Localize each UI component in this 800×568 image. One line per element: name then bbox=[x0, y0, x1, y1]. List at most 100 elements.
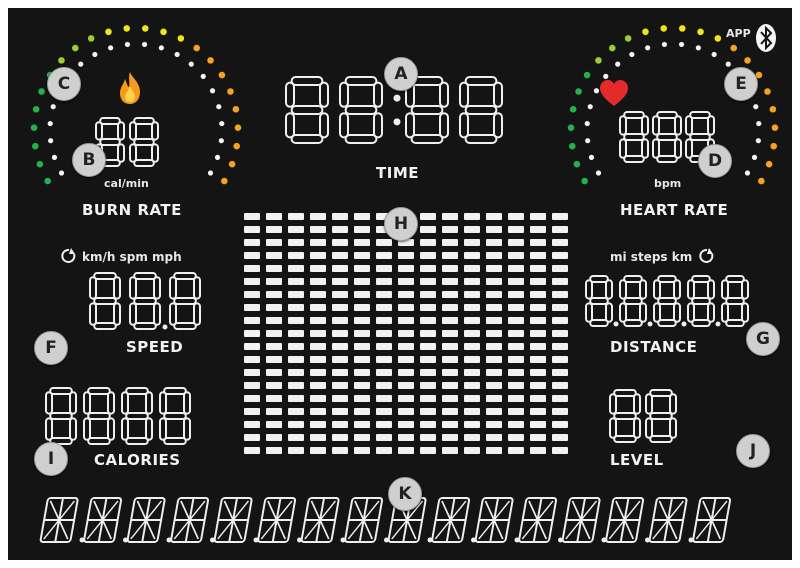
matrix-cell bbox=[376, 304, 392, 311]
message-character bbox=[126, 497, 166, 543]
matrix-cell bbox=[442, 421, 458, 428]
matrix-cell bbox=[266, 291, 282, 298]
matrix-cell bbox=[420, 317, 436, 324]
matrix-cell bbox=[464, 278, 480, 285]
matrix-cell bbox=[310, 291, 326, 298]
matrix-cell bbox=[442, 213, 458, 220]
calories-digits bbox=[45, 387, 191, 445]
matrix-cell bbox=[244, 421, 260, 428]
matrix-cell bbox=[376, 434, 392, 441]
matrix-cell bbox=[332, 369, 348, 376]
matrix-cell bbox=[442, 369, 458, 376]
matrix-cell bbox=[420, 304, 436, 311]
matrix-cell bbox=[266, 304, 282, 311]
matrix-cell bbox=[354, 408, 370, 415]
matrix-cell bbox=[552, 369, 568, 376]
matrix-cell bbox=[376, 317, 392, 324]
matrix-cell bbox=[552, 434, 568, 441]
matrix-cell bbox=[530, 252, 546, 259]
matrix-cell bbox=[354, 447, 370, 454]
matrix-cell bbox=[332, 330, 348, 337]
matrix-cell bbox=[244, 252, 260, 259]
matrix-cell bbox=[244, 304, 260, 311]
matrix-cell bbox=[266, 447, 282, 454]
matrix-cell bbox=[552, 421, 568, 428]
matrix-cell bbox=[398, 382, 414, 389]
matrix-cell bbox=[266, 330, 282, 337]
matrix-cell bbox=[486, 382, 502, 389]
distance-units: mi steps km bbox=[610, 250, 693, 264]
matrix-cell bbox=[508, 395, 524, 402]
matrix-cell bbox=[420, 239, 436, 246]
matrix-cell bbox=[442, 447, 458, 454]
matrix-cell bbox=[530, 408, 546, 415]
matrix-cell bbox=[442, 382, 458, 389]
matrix-cell bbox=[442, 356, 458, 363]
matrix-cell bbox=[530, 395, 546, 402]
matrix-cell bbox=[464, 408, 480, 415]
matrix-cell bbox=[288, 421, 304, 428]
matrix-cell bbox=[398, 421, 414, 428]
matrix-cell bbox=[376, 447, 392, 454]
matrix-cell bbox=[288, 382, 304, 389]
matrix-cell bbox=[420, 278, 436, 285]
matrix-cell bbox=[332, 408, 348, 415]
matrix-cell bbox=[376, 239, 392, 246]
matrix-cell bbox=[354, 395, 370, 402]
heart-rate-unit: bpm bbox=[654, 177, 682, 190]
matrix-cell bbox=[442, 343, 458, 350]
matrix-cell bbox=[266, 421, 282, 428]
matrix-cell bbox=[332, 356, 348, 363]
matrix-cell bbox=[266, 252, 282, 259]
matrix-cell bbox=[244, 434, 260, 441]
message-character bbox=[692, 497, 732, 543]
matrix-cell bbox=[486, 395, 502, 402]
matrix-cell bbox=[288, 317, 304, 324]
matrix-cell bbox=[398, 304, 414, 311]
matrix-cell bbox=[244, 291, 260, 298]
matrix-cell bbox=[420, 395, 436, 402]
matrix-cell bbox=[420, 291, 436, 298]
matrix-cell bbox=[288, 226, 304, 233]
callout-marker-j: J bbox=[736, 434, 770, 468]
matrix-cell bbox=[354, 317, 370, 324]
matrix-cell bbox=[442, 252, 458, 259]
matrix-cell bbox=[508, 330, 524, 337]
matrix-cell bbox=[464, 226, 480, 233]
matrix-cell bbox=[530, 330, 546, 337]
matrix-cell bbox=[464, 395, 480, 402]
matrix-cell bbox=[464, 356, 480, 363]
matrix-cell bbox=[376, 343, 392, 350]
matrix-cell bbox=[310, 382, 326, 389]
dot-matrix-grid bbox=[244, 213, 574, 461]
matrix-cell bbox=[530, 356, 546, 363]
matrix-cell bbox=[420, 252, 436, 259]
matrix-cell bbox=[442, 434, 458, 441]
message-character bbox=[257, 497, 297, 543]
matrix-cell bbox=[310, 265, 326, 272]
burn-rate-unit: cal/min bbox=[104, 177, 149, 190]
matrix-cell bbox=[398, 408, 414, 415]
matrix-cell bbox=[332, 291, 348, 298]
app-label: APP bbox=[726, 27, 751, 40]
matrix-cell bbox=[376, 330, 392, 337]
matrix-cell bbox=[354, 330, 370, 337]
matrix-cell bbox=[464, 304, 480, 311]
matrix-cell bbox=[552, 356, 568, 363]
matrix-cell bbox=[464, 343, 480, 350]
matrix-cell bbox=[486, 434, 502, 441]
matrix-cell bbox=[464, 434, 480, 441]
matrix-cell bbox=[486, 252, 502, 259]
matrix-cell bbox=[552, 252, 568, 259]
matrix-cell bbox=[288, 369, 304, 376]
matrix-cell bbox=[288, 265, 304, 272]
matrix-cell bbox=[442, 304, 458, 311]
matrix-cell bbox=[244, 369, 260, 376]
matrix-cell bbox=[552, 213, 568, 220]
matrix-cell bbox=[486, 369, 502, 376]
matrix-cell bbox=[244, 395, 260, 402]
matrix-cell bbox=[552, 304, 568, 311]
matrix-cell bbox=[398, 369, 414, 376]
message-character bbox=[213, 497, 253, 543]
matrix-cell bbox=[288, 304, 304, 311]
